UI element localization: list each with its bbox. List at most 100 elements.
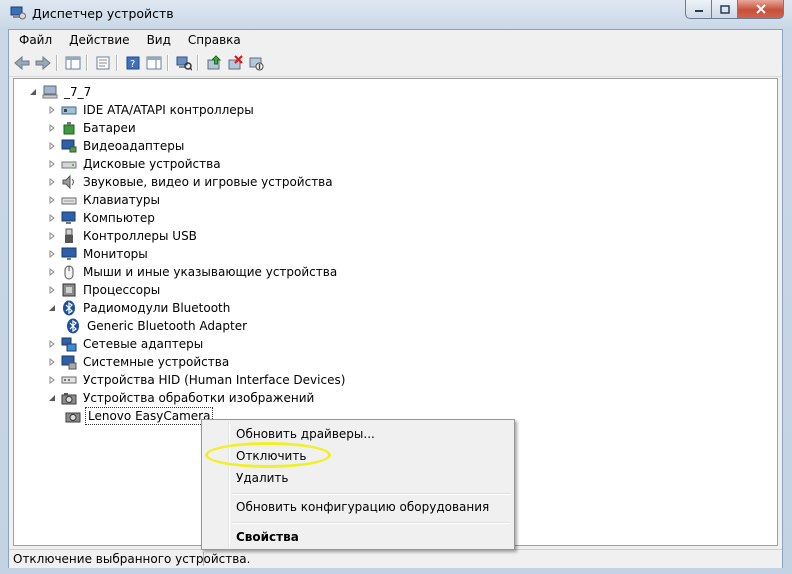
highlight-ellipse bbox=[205, 442, 331, 468]
expand-arrow-icon[interactable] bbox=[47, 177, 57, 187]
forward-arrow-icon bbox=[35, 56, 51, 70]
show-hide-action-pane-button[interactable] bbox=[145, 54, 163, 72]
status-text: Отключение выбранного устройства. bbox=[13, 552, 251, 566]
tree-item-usb-controllers[interactable]: Контроллеры USB bbox=[47, 227, 199, 245]
window-title: Диспетчер устройств bbox=[32, 6, 174, 21]
context-menu-update-drivers[interactable]: Обновить драйверы... bbox=[236, 424, 375, 444]
menu-file[interactable]: Файл bbox=[9, 30, 59, 50]
action-pane-icon bbox=[146, 56, 162, 70]
system-device-icon bbox=[61, 354, 77, 370]
tree-item-processors[interactable]: Процессоры bbox=[47, 281, 162, 299]
properties-sheet-icon bbox=[96, 56, 110, 70]
tree-item-imaging-devices[interactable]: Устройства обработки изображений bbox=[47, 389, 316, 407]
maximize-button[interactable] bbox=[712, 0, 738, 19]
toolbar-separator bbox=[86, 55, 88, 71]
toolbar-separator bbox=[197, 55, 199, 71]
collapse-arrow-icon[interactable] bbox=[28, 87, 38, 97]
menu-view[interactable]: Вид bbox=[137, 30, 178, 50]
collapse-arrow-icon[interactable] bbox=[47, 393, 57, 403]
close-button[interactable] bbox=[738, 0, 784, 19]
menu-help[interactable]: Справка bbox=[178, 30, 248, 50]
imaging-device-icon bbox=[61, 390, 77, 406]
toolbar-separator bbox=[56, 55, 58, 71]
update-driver-button[interactable] bbox=[205, 54, 223, 72]
show-hide-console-tree-button[interactable] bbox=[64, 54, 82, 72]
svg-text:?: ? bbox=[130, 59, 135, 70]
title-bar[interactable]: Диспетчер устройств bbox=[0, 0, 792, 28]
minimize-icon bbox=[694, 10, 703, 12]
expand-arrow-icon[interactable] bbox=[47, 375, 57, 385]
tree-item-label: Generic Bluetooth Adapter bbox=[87, 319, 248, 333]
context-menu: Обновить драйверы... Отключить Удалить О… bbox=[201, 419, 515, 550]
tree-item-label: Звуковые, видео и игровые устройства bbox=[83, 175, 333, 189]
tree-item-label: Устройства обработки изображений bbox=[83, 391, 315, 405]
expand-arrow-icon[interactable] bbox=[47, 231, 57, 241]
close-icon bbox=[755, 4, 766, 14]
context-menu-properties[interactable]: Свойства bbox=[236, 527, 299, 547]
processor-icon bbox=[61, 282, 77, 298]
menu-action[interactable]: Действие bbox=[59, 30, 136, 50]
tree-item-label: Мыши и иные указывающие устройства bbox=[83, 265, 338, 279]
uninstall-icon bbox=[228, 55, 243, 70]
tree-item-label-selected: Lenovo EasyCamera bbox=[85, 407, 214, 425]
minimize-button[interactable] bbox=[685, 0, 712, 19]
menu-bar: Файл Действие Вид Справка bbox=[9, 30, 782, 50]
collapse-arrow-icon[interactable] bbox=[47, 303, 57, 313]
expand-arrow-icon[interactable] bbox=[47, 159, 57, 169]
tree-item-bluetooth[interactable]: Радиомодули Bluetooth bbox=[47, 299, 232, 317]
maximize-icon bbox=[719, 4, 730, 14]
ide-controller-icon bbox=[61, 102, 77, 118]
tree-item-ide-controllers[interactable]: IDE ATA/ATAPI контроллеры bbox=[47, 101, 256, 119]
expand-arrow-icon[interactable] bbox=[47, 357, 57, 367]
tree-item-label: Процессоры bbox=[83, 283, 161, 297]
context-menu-uninstall[interactable]: Удалить bbox=[236, 468, 289, 488]
expand-arrow-icon[interactable] bbox=[47, 267, 57, 277]
display-adapter-icon bbox=[61, 138, 77, 154]
tree-item-monitors[interactable]: Мониторы bbox=[47, 245, 150, 263]
disable-device-button[interactable] bbox=[247, 54, 265, 72]
tree-item-batteries[interactable]: Батареи bbox=[47, 119, 138, 137]
tree-item-lenovo-easycamera[interactable]: Lenovo EasyCamera bbox=[65, 407, 214, 425]
tree-item-sound-video-game[interactable]: Звуковые, видео и игровые устройства bbox=[47, 173, 335, 191]
expand-arrow-icon[interactable] bbox=[47, 123, 57, 133]
expand-arrow-icon[interactable] bbox=[47, 213, 57, 223]
network-adapter-icon bbox=[61, 336, 77, 352]
tree-root[interactable]: _7_7 bbox=[28, 83, 93, 101]
context-menu-scan-hardware[interactable]: Обновить конфигурацию оборудования bbox=[236, 497, 489, 517]
tree-item-network-adapters[interactable]: Сетевые адаптеры bbox=[47, 335, 205, 353]
tree-item-system-devices[interactable]: Системные устройства bbox=[47, 353, 231, 371]
expand-arrow-icon[interactable] bbox=[47, 195, 57, 205]
battery-icon bbox=[61, 120, 77, 136]
expand-arrow-icon[interactable] bbox=[47, 105, 57, 115]
tree-item-keyboards[interactable]: Клавиатуры bbox=[47, 191, 162, 209]
tree-item-label: Устройства HID (Human Interface Devices) bbox=[83, 373, 346, 387]
toolbar-separator bbox=[116, 55, 118, 71]
tree-item-computer[interactable]: Компьютер bbox=[47, 209, 157, 227]
device-manager-icon bbox=[10, 6, 26, 20]
mouse-icon bbox=[61, 264, 77, 280]
back-button[interactable] bbox=[13, 54, 31, 72]
camera-device-icon bbox=[65, 408, 81, 424]
expand-arrow-icon[interactable] bbox=[47, 339, 57, 349]
disable-device-icon bbox=[249, 57, 264, 71]
help-button[interactable]: ? bbox=[124, 54, 142, 72]
scan-hardware-button[interactable] bbox=[175, 54, 193, 72]
tree-item-display-adapters[interactable]: Видеоадаптеры bbox=[47, 137, 186, 155]
device-manager-window: Диспетчер устройств Файл Действие Вид Сп… bbox=[0, 0, 792, 574]
computer-icon bbox=[61, 210, 77, 226]
bluetooth-icon bbox=[65, 318, 81, 334]
tree-item-hid-devices[interactable]: Устройства HID (Human Interface Devices) bbox=[47, 371, 347, 389]
tree-root-label: _7_7 bbox=[64, 85, 92, 99]
uninstall-button[interactable] bbox=[226, 54, 244, 72]
tree-item-label: Сетевые адаптеры bbox=[83, 337, 204, 351]
tree-item-generic-bluetooth-adapter[interactable]: Generic Bluetooth Adapter bbox=[65, 317, 249, 335]
tree-item-mice[interactable]: Мыши и иные указывающие устройства bbox=[47, 263, 339, 281]
properties-button[interactable] bbox=[94, 54, 112, 72]
tree-item-disk-drives[interactable]: Дисковые устройства bbox=[47, 155, 223, 173]
expand-arrow-icon[interactable] bbox=[47, 285, 57, 295]
keyboard-icon bbox=[61, 192, 77, 208]
expand-arrow-icon[interactable] bbox=[47, 141, 57, 151]
forward-button[interactable] bbox=[34, 54, 52, 72]
tree-item-label: Батареи bbox=[83, 121, 136, 135]
expand-arrow-icon[interactable] bbox=[47, 249, 57, 259]
